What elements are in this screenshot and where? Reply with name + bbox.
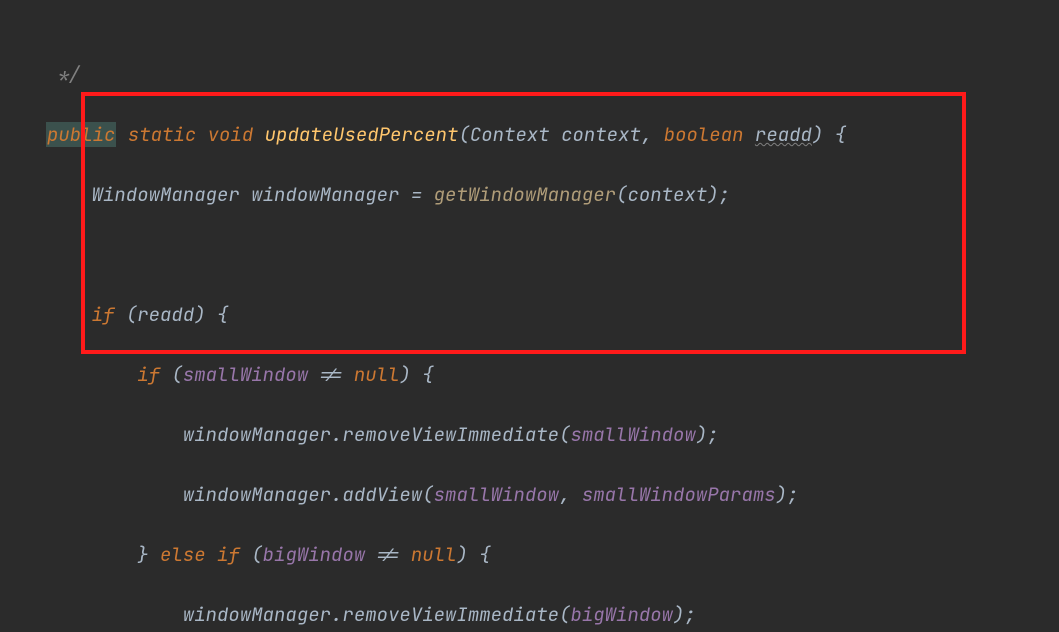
code-line: windowManager.removeViewImmediate(smallW… [46, 420, 1059, 450]
method-call: removeViewImmediate [342, 422, 559, 447]
keyword-static: static [128, 122, 196, 147]
method-call: addView [342, 482, 422, 507]
code-line [46, 240, 1059, 270]
code-line: windowManager.removeViewImmediate(bigWin… [46, 600, 1059, 630]
method-name: updateUsedPercent [265, 122, 459, 147]
code-block: */ public static void updateUsedPercent(… [0, 30, 1059, 632]
code-line: WindowManager windowManager = getWindowM… [46, 180, 1059, 210]
brace: ) { [812, 122, 846, 147]
code-editor[interactable]: */ public static void updateUsedPercent(… [0, 0, 1059, 632]
param-name: readd [755, 122, 812, 147]
param-type: boolean [664, 122, 744, 147]
keyword-null: null [354, 362, 400, 387]
param-name: context [561, 122, 641, 147]
code-line: } else if (bigWindow != null) { [46, 540, 1059, 570]
code-line: if (readd) { [46, 300, 1059, 330]
keyword-public: public [46, 122, 116, 147]
method-call: getWindowManager [434, 182, 616, 207]
code-line: if (smallWindow != null) { [46, 360, 1059, 390]
type: WindowManager [92, 182, 240, 207]
code-line: windowManager.addView(smallWindow, small… [46, 480, 1059, 510]
keyword-void: void [208, 122, 254, 147]
code-line: */ [46, 60, 1059, 90]
param-type: Context [470, 122, 550, 147]
field-bigWindow: bigWindow [263, 542, 366, 567]
method-call: removeViewImmediate [342, 602, 559, 627]
var: windowManager [251, 182, 399, 207]
field-smallWindow: smallWindow [183, 362, 308, 387]
comment-end: */ [57, 62, 80, 87]
code-line: public static void updateUsedPercent(Con… [46, 120, 1059, 150]
